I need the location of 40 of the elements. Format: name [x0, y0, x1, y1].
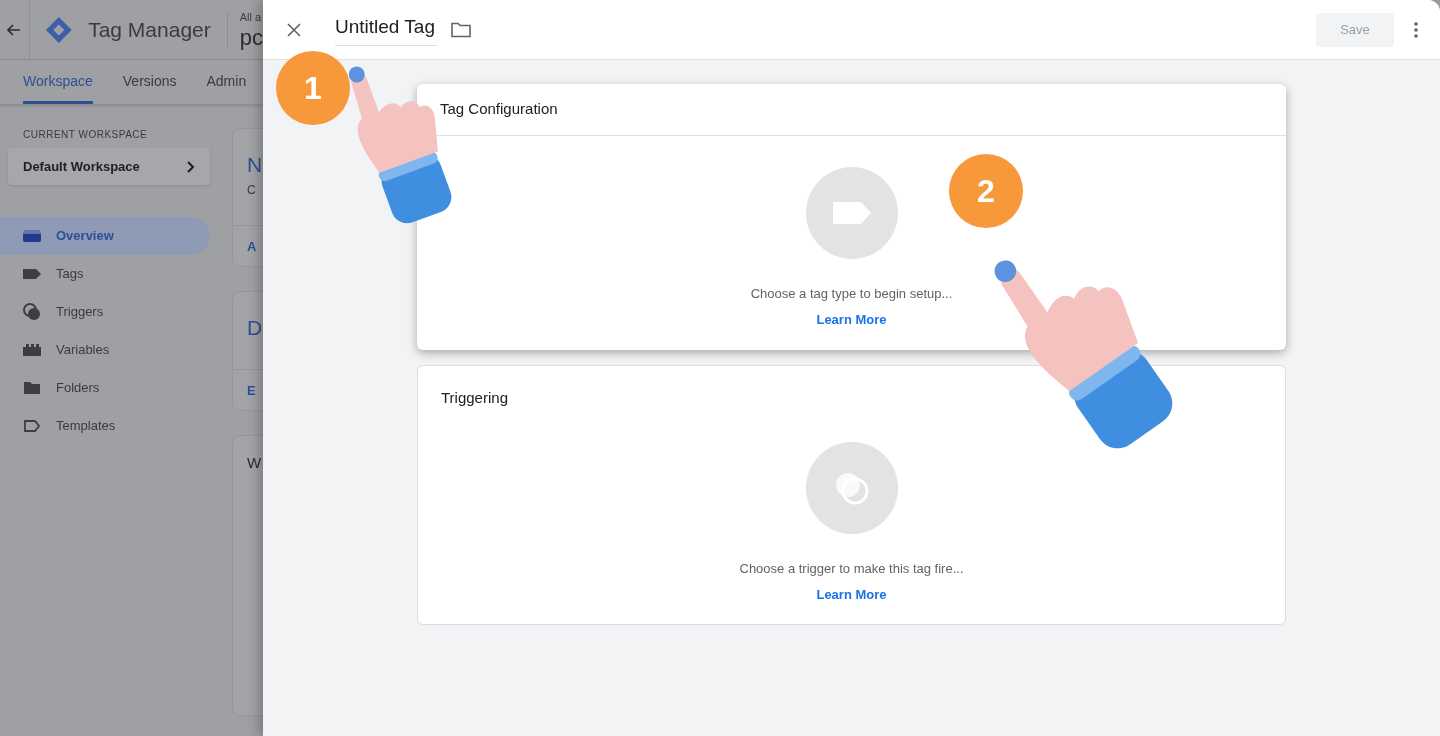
sidebar-item[interactable]: Tags: [0, 255, 210, 293]
trigger-icon: [22, 302, 42, 322]
hint-text: Choose a trigger to make this tag fire...: [739, 560, 964, 578]
card-link[interactable]: A: [247, 238, 257, 254]
more-options-icon[interactable]: [1414, 21, 1418, 38]
nav-tab[interactable]: Versions: [122, 71, 177, 104]
learn-more-link[interactable]: Learn More: [816, 584, 887, 604]
hint-text: Choose a tag type to begin setup...: [750, 285, 953, 303]
blocks-icon: [22, 343, 42, 357]
sidebar-item[interactable]: Overview: [0, 217, 210, 255]
chevron-right-icon: [187, 160, 195, 173]
container-name: pc: [239, 26, 263, 49]
sidebar-item[interactable]: Folders: [0, 369, 210, 407]
tag-outline-icon: [23, 419, 41, 433]
account-label: All a: [239, 11, 263, 23]
card-icon: [22, 228, 42, 244]
logo-icon: [44, 14, 73, 45]
workspace-selector[interactable]: Default Workspace: [8, 148, 210, 185]
close-icon[interactable]: [287, 22, 301, 37]
card-subtitle: C: [247, 181, 257, 199]
card-link[interactable]: E: [247, 383, 256, 398]
section-card[interactable]: Triggering Choose a trigger to make this tag fire... Learn More: [417, 365, 1286, 625]
sidebar-item[interactable]: Triggers: [0, 293, 210, 331]
tag-icon: [831, 201, 872, 225]
tag-icon: [22, 267, 42, 281]
sidebar-item[interactable]: Variables: [0, 331, 210, 369]
sidebar-item[interactable]: Templates: [0, 407, 210, 445]
nav-tab[interactable]: Admin: [206, 71, 247, 104]
learn-more-link[interactable]: Learn More: [816, 309, 887, 329]
card-title: W: [247, 453, 263, 473]
folder-icon: [23, 380, 41, 396]
section-label: CURRENT WORKSPACE: [23, 128, 149, 142]
card-title: D: [247, 314, 263, 341]
app-title: Tag Manager: [88, 16, 211, 43]
folder-icon[interactable]: [451, 21, 471, 38]
nav-tab[interactable]: Workspace: [23, 71, 93, 104]
card-title: N: [247, 152, 263, 178]
tag-name-field[interactable]: Untitled Tag: [335, 12, 437, 47]
section-title: Tag Configuration: [440, 99, 558, 120]
section-title: Triggering: [441, 387, 508, 408]
